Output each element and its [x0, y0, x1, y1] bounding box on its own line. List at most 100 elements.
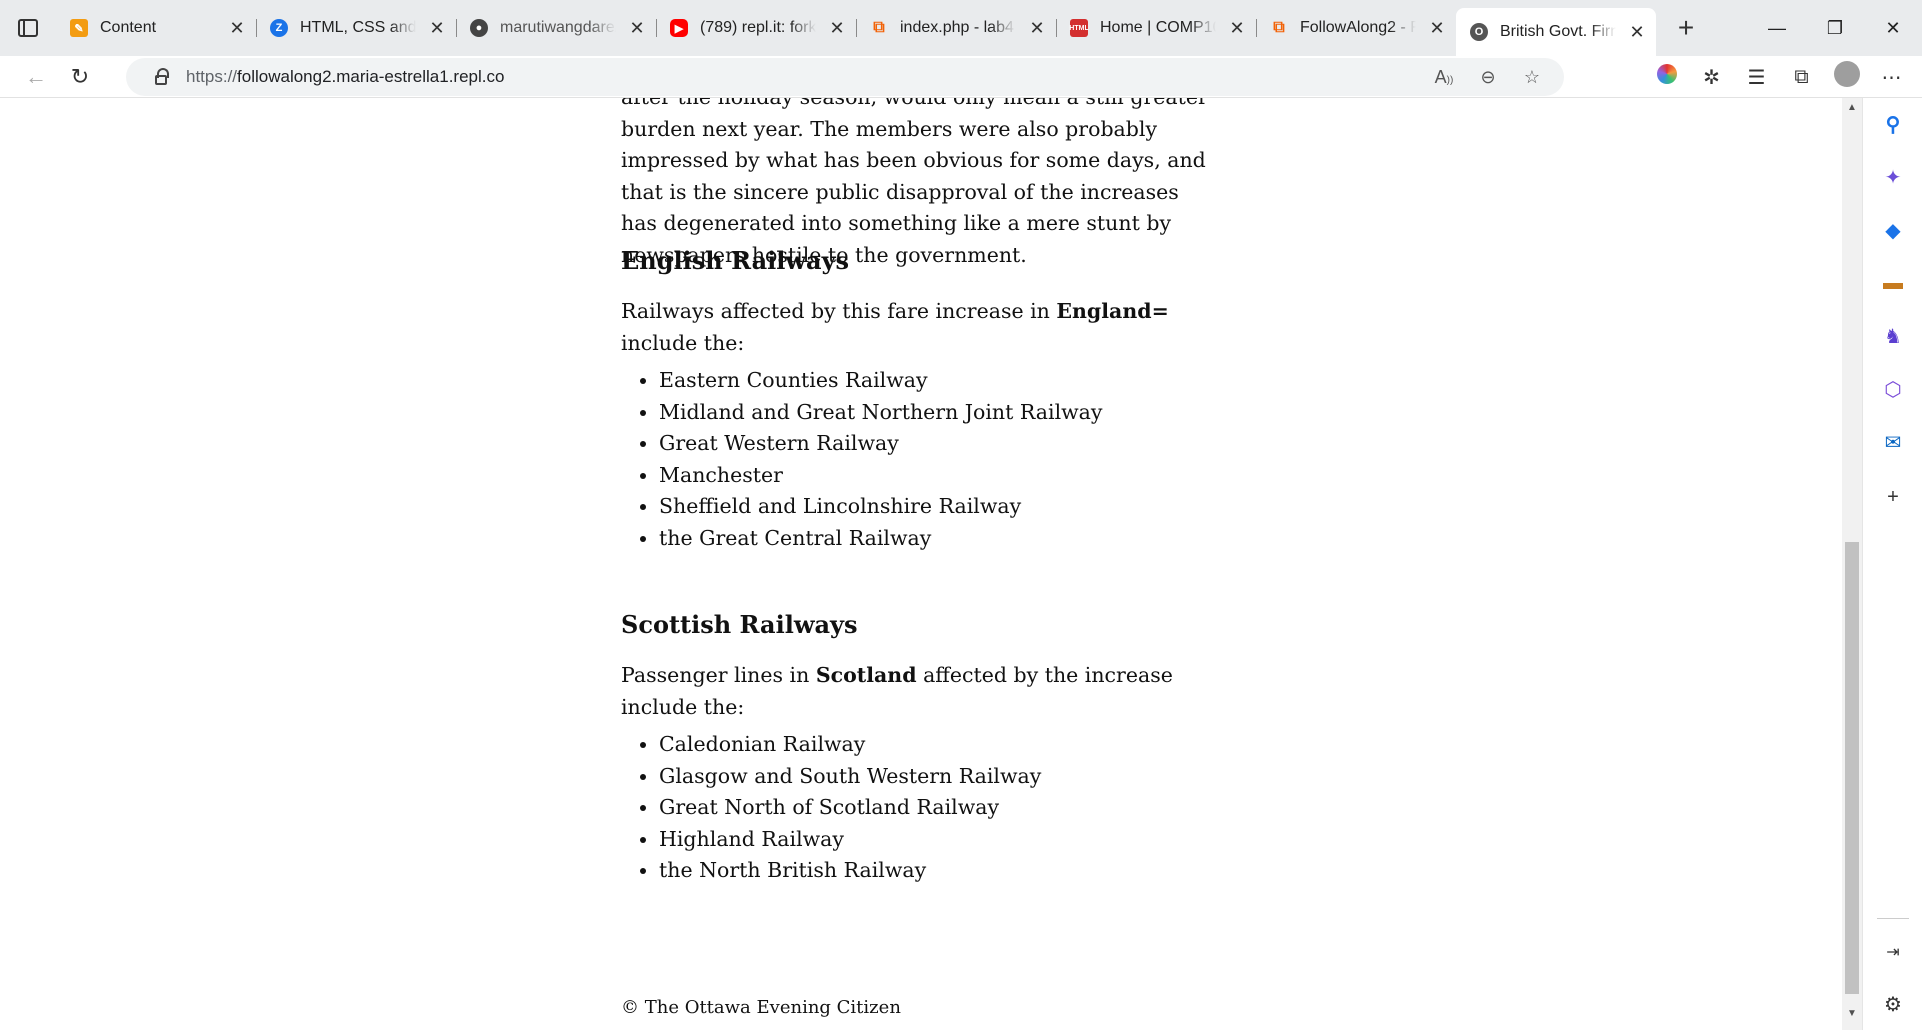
page-scrollbar[interactable]: ▲ ▼ — [1842, 98, 1862, 1030]
tab-html-css-js[interactable]: Z HTML, CSS and JS ✕ — [256, 7, 456, 49]
close-icon[interactable]: ✕ — [428, 18, 446, 39]
new-tab-button[interactable]: + — [1664, 6, 1708, 50]
url-host: followalong2.maria-estrella1.repl.co — [237, 67, 505, 86]
scotland-bold: Scotland — [815, 663, 917, 687]
list-item: Highland Railway — [659, 824, 1041, 856]
read-aloud-icon[interactable]: A)) — [1422, 67, 1466, 88]
list-item: Caledonian Railway — [659, 729, 1041, 761]
extensions-icon[interactable]: ✲ — [1689, 65, 1734, 90]
games-icon[interactable]: ♞ — [1863, 318, 1922, 354]
lock-icon[interactable] — [146, 68, 176, 85]
address-bar[interactable]: https://followalong2.maria-estrella1.rep… — [126, 58, 1564, 96]
copilot-icon[interactable]: ✦ — [1863, 159, 1922, 195]
add-icon[interactable]: + — [1863, 479, 1922, 515]
tab-followalong2[interactable]: ⧉ FollowAlong2 - Re ✕ — [1256, 7, 1456, 49]
tab-github[interactable]: ● marutiwangdare/ ✕ — [456, 7, 656, 49]
arrow-left-icon: ← — [25, 63, 47, 89]
tab-actions-icon — [18, 19, 38, 37]
close-icon[interactable]: ✕ — [228, 18, 246, 39]
tab-title: Content — [100, 19, 157, 36]
scottish-railways-heading: Scottish Railways — [621, 610, 858, 639]
z-logo-icon: Z — [270, 19, 288, 37]
page-icon: O — [1470, 23, 1488, 41]
tab-title: marutiwangdare/ — [500, 19, 616, 36]
sidebar-divider — [1877, 918, 1909, 919]
zoom-out-icon[interactable]: ⊖ — [1466, 67, 1510, 88]
toolbar-right: ✲ ☰ ⧉ ⋯ — [1644, 56, 1922, 98]
office-icon[interactable]: ⬡ — [1863, 371, 1922, 407]
english-paragraph: Railways affected by this fare increase … — [621, 296, 1221, 359]
refresh-button[interactable]: ↻ — [58, 56, 102, 98]
english-railways-heading: English Railways — [621, 246, 850, 275]
scottish-railways-list: Caledonian Railway Glasgow and South Wes… — [621, 729, 1041, 887]
list-item: the Great Central Railway — [659, 523, 1102, 555]
settings-icon[interactable]: ⚙ — [1863, 986, 1922, 1022]
github-icon: ● — [470, 19, 488, 37]
list-item: the North British Railway — [659, 855, 1041, 887]
collections-icon[interactable]: ⧉ — [1779, 66, 1824, 89]
paragraph-text: include the: — [621, 330, 745, 355]
tab-youtube[interactable]: ▶ (789) repl.it: fork, ✕ — [656, 7, 856, 49]
list-item: Sheffield and Lincolnshire Railway — [659, 491, 1102, 523]
paragraph-text: Railways affected by this fare increase … — [621, 299, 1057, 323]
tab-title: HTML, CSS and JS — [300, 19, 416, 36]
minimize-button[interactable]: — — [1748, 0, 1806, 56]
refresh-icon: ↻ — [70, 63, 90, 89]
tab-title: index.php - lab4 - — [900, 19, 1016, 36]
replit-icon: ⧉ — [873, 19, 885, 36]
tab-home-comp100[interactable]: HTML Home | COMP100 ✕ — [1056, 7, 1256, 49]
avatar — [1833, 61, 1860, 87]
tab-title: FollowAlong2 - Re — [1300, 19, 1416, 36]
tab-title: Home | COMP100 — [1100, 19, 1216, 36]
tab-title: British Govt. Firm — [1500, 23, 1616, 40]
tab-actions-button[interactable] — [0, 0, 56, 56]
close-icon[interactable]: ✕ — [1428, 18, 1446, 39]
window-controls: — ❐ ✕ — [1748, 0, 1922, 56]
hide-sidebar-icon[interactable]: ⇥ — [1863, 934, 1922, 970]
close-icon[interactable]: ✕ — [1028, 18, 1046, 39]
scroll-up-arrow-icon[interactable]: ▲ — [1842, 102, 1862, 120]
paragraph-text: Passenger lines in — [621, 663, 816, 687]
close-icon[interactable]: ✕ — [1628, 22, 1646, 43]
html-icon: HTML — [1069, 19, 1089, 37]
profile-button[interactable] — [1824, 61, 1869, 93]
tab-content[interactable]: ✎ Content ✕ — [56, 7, 256, 49]
copilot-button[interactable] — [1644, 64, 1689, 90]
tools-icon[interactable]: ▬ — [1863, 265, 1922, 301]
tab-index-php[interactable]: ⧉ index.php - lab4 - ✕ — [856, 7, 1056, 49]
tab-british-govt[interactable]: O British Govt. Firm ✕ — [1456, 8, 1656, 56]
url-text[interactable]: https://followalong2.maria-estrella1.rep… — [186, 67, 1422, 87]
close-icon[interactable]: ✕ — [1228, 18, 1246, 39]
edge-sidebar: ⚲ ✦ ◆ ▬ ♞ ⬡ ✉ + ⇥ ⚙ — [1862, 98, 1922, 1030]
list-item: Glasgow and South Western Railway — [659, 761, 1041, 793]
pencil-icon: ✎ — [70, 19, 88, 37]
scrollbar-thumb[interactable] — [1845, 542, 1859, 994]
url-scheme: https:// — [186, 67, 238, 86]
settings-more-icon[interactable]: ⋯ — [1869, 65, 1914, 90]
close-icon[interactable]: ✕ — [828, 18, 846, 39]
close-icon[interactable]: ✕ — [628, 18, 646, 39]
page-viewport: after the holiday season, would only mea… — [0, 98, 1862, 1030]
outlook-icon[interactable]: ✉ — [1863, 424, 1922, 460]
browser-toolbar: ← ↻ https://followalong2.maria-estrella1… — [0, 56, 1922, 98]
youtube-icon: ▶ — [670, 19, 688, 37]
close-window-button[interactable]: ✕ — [1864, 0, 1922, 56]
tab-strip: ✎ Content ✕ Z HTML, CSS and JS ✕ ● marut… — [0, 0, 1922, 56]
minimize-icon: — — [1768, 17, 1786, 38]
back-button[interactable]: ← — [14, 56, 58, 98]
shopping-tag-icon[interactable]: ◆ — [1863, 212, 1922, 248]
list-item: Manchester — [659, 460, 1102, 492]
search-icon[interactable]: ⚲ — [1863, 106, 1922, 142]
copyright-credit: © The Ottawa Evening Citizen — [621, 997, 901, 1018]
list-item: Eastern Counties Railway — [659, 365, 1102, 397]
add-favorite-icon[interactable]: ☆ — [1510, 67, 1554, 88]
close-icon: ✕ — [1885, 17, 1901, 38]
scroll-down-arrow-icon[interactable]: ▼ — [1842, 1008, 1862, 1026]
restore-icon: ❐ — [1826, 17, 1844, 38]
scottish-paragraph: Passenger lines in Scotland affected by … — [621, 660, 1221, 723]
favorites-icon[interactable]: ☰ — [1734, 65, 1779, 90]
restore-button[interactable]: ❐ — [1806, 0, 1864, 56]
replit-icon: ⧉ — [1273, 19, 1285, 36]
tab-title: (789) repl.it: fork, — [700, 19, 816, 36]
england-bold: England= — [1056, 299, 1169, 323]
